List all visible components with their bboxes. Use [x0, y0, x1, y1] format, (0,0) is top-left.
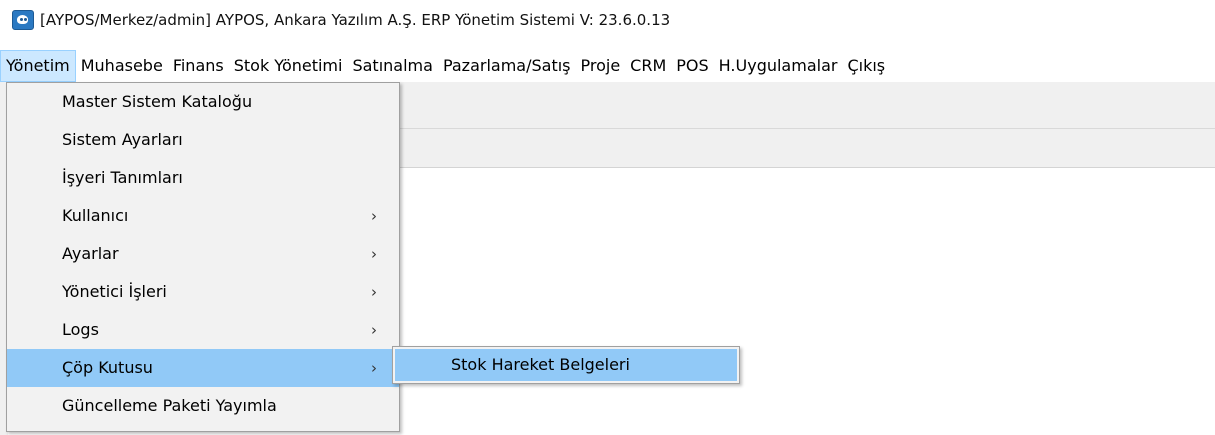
- chevron-right-icon: ›: [371, 321, 377, 339]
- menu-h-uygulamalar[interactable]: H.Uygulamalar: [714, 50, 843, 82]
- menu-pos[interactable]: POS: [671, 50, 713, 82]
- menu-muhasebe[interactable]: Muhasebe: [76, 50, 168, 82]
- menu-item-ayarlar[interactable]: Ayarlar ›: [7, 235, 399, 273]
- title-bar: [AYPOS/Merkez/admin] AYPOS, Ankara Yazıl…: [0, 0, 1215, 40]
- chevron-right-icon: ›: [371, 207, 377, 225]
- menu-finans[interactable]: Finans: [168, 50, 229, 82]
- yonetim-dropdown-menu: Master Sistem Kataloğu Sistem Ayarları İ…: [6, 82, 400, 432]
- menu-item-label: Master Sistem Kataloğu: [62, 92, 253, 111]
- menu-item-label: Çöp Kutusu: [62, 358, 153, 377]
- menu-item-isyeri-tanimlari[interactable]: İşyeri Tanımları: [7, 159, 399, 197]
- submenu-item-stok-hareket-belgeleri[interactable]: Stok Hareket Belgeleri: [395, 349, 737, 381]
- chevron-right-icon: ›: [371, 245, 377, 263]
- window-title: [AYPOS/Merkez/admin] AYPOS, Ankara Yazıl…: [40, 11, 671, 29]
- chevron-right-icon: ›: [371, 283, 377, 301]
- menu-item-label: Yönetici İşleri: [62, 282, 167, 301]
- menu-cikis[interactable]: Çıkış: [842, 50, 890, 82]
- toolbar-area: [400, 82, 1215, 129]
- menu-item-kullanici[interactable]: Kullanıcı ›: [7, 197, 399, 235]
- menu-item-master-sistem-katalogu[interactable]: Master Sistem Kataloğu: [7, 83, 399, 121]
- menu-item-guncelleme-paketi-yayimla[interactable]: Güncelleme Paketi Yayımla: [7, 387, 399, 425]
- menu-item-logs[interactable]: Logs ›: [7, 311, 399, 349]
- menu-item-label: Logs: [62, 320, 99, 339]
- menu-crm[interactable]: CRM: [625, 50, 671, 82]
- menu-item-label: İşyeri Tanımları: [62, 168, 183, 187]
- cop-kutusu-submenu: Stok Hareket Belgeleri: [392, 346, 740, 384]
- menu-satinalma[interactable]: Satınalma: [347, 50, 437, 82]
- app-logo-icon: [12, 10, 34, 30]
- menu-pazarlama-satis[interactable]: Pazarlama/Satış: [438, 50, 576, 82]
- menu-item-label: Ayarlar: [62, 244, 119, 263]
- menu-item-yonetici-isleri[interactable]: Yönetici İşleri ›: [7, 273, 399, 311]
- menu-item-label: Kullanıcı: [62, 206, 129, 225]
- menu-proje[interactable]: Proje: [576, 50, 626, 82]
- menu-yonetim[interactable]: Yönetim: [0, 50, 76, 82]
- menu-item-label: Sistem Ayarları: [62, 130, 183, 149]
- menu-item-label: Güncelleme Paketi Yayımla: [62, 396, 277, 415]
- menu-bar: Yönetim Muhasebe Finans Stok Yönetimi Sa…: [0, 50, 1215, 82]
- menu-item-cop-kutusu[interactable]: Çöp Kutusu ›: [7, 349, 399, 387]
- chevron-right-icon: ›: [371, 359, 377, 377]
- tab-strip-area: [400, 129, 1215, 168]
- menu-item-sistem-ayarlari[interactable]: Sistem Ayarları: [7, 121, 399, 159]
- menu-stok-yonetimi[interactable]: Stok Yönetimi: [229, 50, 348, 82]
